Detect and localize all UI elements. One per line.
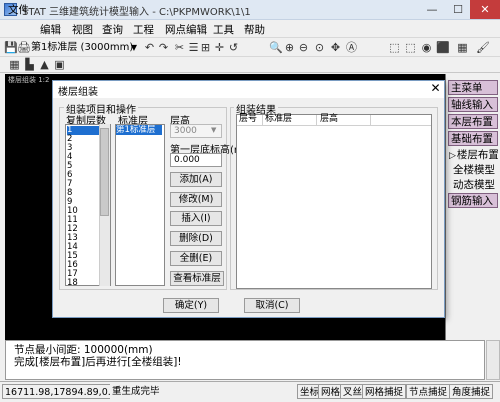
- beam-icon[interactable]: ▙: [23, 58, 36, 71]
- side-axis-input[interactable]: 轴线输入: [448, 97, 498, 112]
- side-foundation-layout-label: 基础布置: [451, 133, 493, 145]
- print-icon[interactable]: 🖨: [17, 41, 31, 54]
- view-std-layer-button[interactable]: 查看标准层: [170, 271, 224, 286]
- delete-button[interactable]: 删除(D): [170, 231, 222, 246]
- side-floor-layout-label: 楼层布置: [456, 149, 498, 161]
- menu-grid-edit[interactable]: 网点编辑: [165, 22, 207, 37]
- grid-view-icon[interactable]: ▦: [456, 41, 469, 54]
- command-line-2: 完成[楼层布置]后再进行[全楼组装]!: [14, 356, 182, 368]
- std-layer-item[interactable]: 第1标准层: [116, 125, 162, 135]
- column-divider[interactable]: [370, 115, 371, 125]
- menu-tools[interactable]: 工具: [213, 22, 234, 37]
- play-icon: ▷: [449, 151, 456, 161]
- layer-select[interactable]: 第1标准层 (3000mm) ▼: [31, 40, 137, 55]
- cube-icon[interactable]: ⬚: [388, 41, 401, 54]
- side-rebar-input[interactable]: 钢筋输入: [448, 193, 498, 208]
- redo-icon[interactable]: ↷: [157, 41, 170, 54]
- side-full-model-label: 全楼模型: [453, 164, 495, 176]
- column-header-height[interactable]: 层高: [320, 114, 338, 125]
- list-item[interactable]: 18: [67, 279, 100, 286]
- main-toolbar: 💾 🖨 第1标准层 (3000mm) ▼ ↶ ↷ ✂ ☰ ⊞ ✛ ↺ 🔍 ⊕ ⊖…: [0, 37, 500, 57]
- toggle-angle-snap[interactable]: 角度捕捉: [449, 384, 494, 399]
- chevron-down-icon: ▼: [130, 43, 137, 52]
- assembly-result-list[interactable]: [236, 114, 432, 289]
- zoom-out-icon[interactable]: ⊖: [297, 41, 310, 54]
- close-window-button[interactable]: ✕: [470, 0, 500, 19]
- zoom-all-icon[interactable]: Ⓐ: [345, 41, 358, 54]
- zoom-in-icon[interactable]: ⊕: [283, 41, 296, 54]
- chevron-down-icon: ▼: [211, 126, 217, 134]
- side-layer-layout-label: 本层布置: [451, 116, 493, 128]
- columns-icon[interactable]: ▦: [8, 58, 21, 71]
- column-header-floor-no[interactable]: 层号: [239, 114, 257, 125]
- box-icon[interactable]: ⬚: [404, 41, 417, 54]
- status-message: 重生成完毕: [110, 384, 162, 399]
- save-icon[interactable]: 💾: [4, 41, 18, 54]
- column-divider[interactable]: [316, 115, 317, 125]
- cut-icon[interactable]: ✂: [173, 41, 186, 54]
- side-rebar-input-label: 钢筋输入: [451, 195, 493, 207]
- menu-help[interactable]: 帮助: [244, 22, 265, 37]
- brush-icon[interactable]: 🖌: [476, 41, 490, 54]
- column-divider[interactable]: [262, 115, 263, 125]
- secondary-toolbar: ▦ ▙ ▲ ▣: [0, 57, 500, 73]
- side-main-menu[interactable]: 主菜单: [448, 80, 498, 95]
- maximize-button[interactable]: ☐: [446, 0, 470, 19]
- pile-icon[interactable]: ▲: [38, 58, 51, 71]
- toggle-grid-snap[interactable]: 网格捕捉: [362, 384, 407, 399]
- layer-icon[interactable]: ▣: [53, 58, 66, 71]
- undo-icon[interactable]: ↶: [143, 41, 156, 54]
- insert-button[interactable]: 插入(I): [170, 211, 222, 226]
- add-button[interactable]: 添加(A): [170, 172, 222, 187]
- menu-edit[interactable]: 编辑: [40, 22, 61, 37]
- copy-list-scroll-thumb[interactable]: [100, 128, 109, 216]
- render-icon[interactable]: ◉: [420, 41, 433, 54]
- dialog-title-bar: [53, 81, 444, 98]
- menu-file[interactable]: 文件: [8, 2, 29, 17]
- coordinate-readout: 16711.98,17894.89,0.00: [2, 384, 126, 399]
- modify-button[interactable]: 修改(M): [170, 192, 222, 207]
- side-dynamic-model[interactable]: 动态模型: [452, 178, 500, 193]
- side-axis-input-label: 轴线输入: [451, 99, 493, 111]
- side-full-model[interactable]: 全楼模型: [452, 163, 500, 178]
- zoom-window-icon[interactable]: ⊙: [313, 41, 326, 54]
- delete-all-button[interactable]: 全删(E): [170, 251, 222, 266]
- command-scrollbar[interactable]: [486, 340, 500, 380]
- side-foundation-layout[interactable]: 基础布置: [448, 131, 498, 146]
- pan-icon[interactable]: ✥: [329, 41, 342, 54]
- menu-project[interactable]: 工程: [133, 22, 154, 37]
- column-header-std-layer[interactable]: 标准层: [265, 114, 292, 125]
- menu-view[interactable]: 视图: [72, 22, 93, 37]
- menu-query[interactable]: 查询: [102, 22, 123, 37]
- side-dynamic-model-label: 动态模型: [453, 179, 495, 191]
- solid-icon[interactable]: ⬛: [436, 41, 450, 54]
- side-main-menu-label: 主菜单: [451, 82, 483, 94]
- side-floor-layout[interactable]: ▷楼层布置: [448, 148, 498, 163]
- floor-elevation-input[interactable]: 0.000: [170, 153, 222, 167]
- layer-select-value: 第1标准层 (3000mm): [31, 42, 134, 53]
- move-icon[interactable]: ✛: [213, 41, 226, 54]
- side-layer-layout[interactable]: 本层布置: [448, 114, 498, 129]
- minimize-button[interactable]: —: [420, 0, 444, 19]
- ok-button[interactable]: 确定(Y): [163, 298, 219, 313]
- dialog-close-button[interactable]: ✕: [428, 81, 443, 96]
- std-layer-list[interactable]: [115, 124, 165, 286]
- rotate-icon[interactable]: ↺: [227, 41, 240, 54]
- window-title: STAT 三维建筑统计模型输入 - C:\PKPMWORK\1\1: [22, 7, 251, 18]
- grid-icon[interactable]: ⊞: [199, 41, 212, 54]
- dialog-title: 楼层组装: [58, 87, 98, 98]
- toggle-node-snap[interactable]: 节点捕捉: [406, 384, 451, 399]
- zoom-icon[interactable]: 🔍: [269, 41, 283, 54]
- cancel-button[interactable]: 取消(C): [244, 298, 300, 313]
